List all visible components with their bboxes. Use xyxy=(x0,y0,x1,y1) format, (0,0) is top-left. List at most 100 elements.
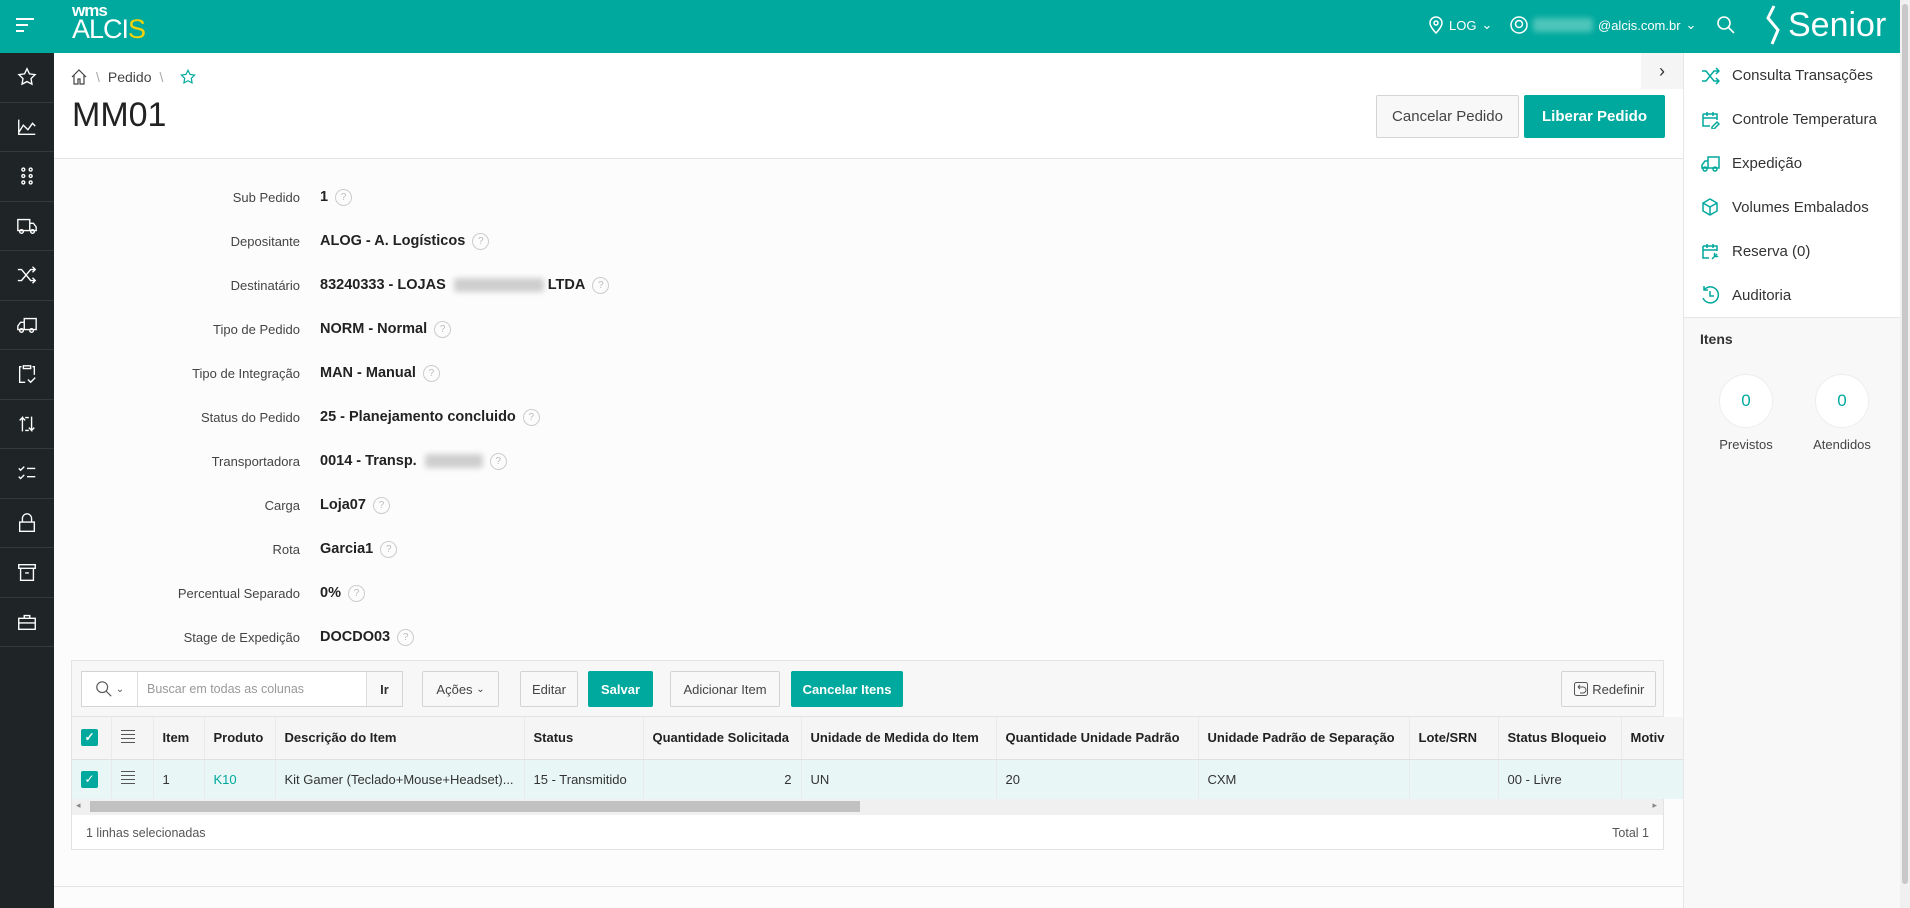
atendidos-count: 0 xyxy=(1815,374,1869,428)
grid-toolbar: ⌄ Ir Ações ⌄ Editar Salvar Adicionar Ite… xyxy=(72,661,1663,717)
field-row: Carga Loja07? xyxy=(60,495,390,515)
column-header[interactable]: Quantidade Unidade Padrão xyxy=(996,717,1199,760)
column-header[interactable]: Lote/SRN xyxy=(1409,717,1499,760)
actions-menu-button[interactable]: Ações ⌄ xyxy=(422,671,499,707)
row-checkbox[interactable]: ✓ xyxy=(72,759,112,799)
field-label: Tipo de Pedido xyxy=(213,321,300,337)
sidebar-item-shipping[interactable] xyxy=(0,301,54,350)
menu-toggle-icon[interactable] xyxy=(16,18,34,36)
panel-link-label: Auditoria xyxy=(1732,286,1792,304)
search-icon[interactable] xyxy=(1716,15,1736,35)
sidebar-item-portfolio[interactable] xyxy=(0,598,54,647)
field-label: Transportadora xyxy=(211,453,300,469)
user-menu[interactable]: @alcis.com.br ⌄ xyxy=(1510,16,1696,34)
search-column-selector[interactable]: ⌄ xyxy=(82,672,138,706)
reset-button[interactable]: Redefinir xyxy=(1561,671,1656,707)
row-menu-icon xyxy=(120,768,135,787)
sidebar-item-dashboard[interactable] xyxy=(0,103,54,152)
sidebar-item-favorites[interactable] xyxy=(0,53,54,103)
field-label: Destinatário xyxy=(230,277,300,293)
field-value-text: DOCDO03 xyxy=(320,629,391,645)
sidebar-item-checklist[interactable] xyxy=(0,449,54,499)
wms-alcis-logo[interactable]: wms ALCIS xyxy=(72,2,146,44)
scroll-left-icon[interactable]: ◂ xyxy=(76,800,81,811)
sidebar-item-tasks[interactable] xyxy=(0,350,54,400)
home-icon[interactable] xyxy=(70,68,88,86)
cell-produto[interactable]: K10 xyxy=(204,759,276,799)
apps-grid-icon xyxy=(21,167,33,185)
column-header[interactable]: Motiv xyxy=(1621,717,1693,760)
field-value: Loja07? xyxy=(320,496,390,514)
column-header[interactable]: Item xyxy=(153,717,205,760)
horizontal-scrollbar[interactable]: ◂ ▸ xyxy=(72,799,1663,815)
help-icon[interactable]: ? xyxy=(422,364,440,382)
sidebar-item-sync[interactable] xyxy=(0,400,54,449)
column-header[interactable]: Produto xyxy=(204,717,276,760)
column-header[interactable]: Status xyxy=(524,717,644,760)
help-icon[interactable]: ? xyxy=(372,496,390,514)
help-icon[interactable]: ? xyxy=(347,584,365,602)
scrollbar-thumb[interactable] xyxy=(90,801,860,812)
help-icon[interactable]: ? xyxy=(434,320,452,338)
scroll-right-icon[interactable]: ▸ xyxy=(1652,800,1657,811)
left-sidebar xyxy=(0,53,54,908)
save-button[interactable]: Salvar xyxy=(588,671,653,707)
table-row[interactable]: ✓ 1 K10 Kit Gamer (Teclado+Mouse+Headset)..… xyxy=(72,759,1693,799)
field-row: Percentual Separado 0%? xyxy=(60,583,365,603)
grid-search: ⌄ Ir xyxy=(81,671,403,707)
panel-link[interactable]: Reserva (0) xyxy=(1700,241,1810,261)
cancel-items-button[interactable]: Cancelar Itens xyxy=(791,671,903,707)
logo-accent: S xyxy=(128,14,146,44)
sidebar-item-transactions[interactable] xyxy=(0,251,54,301)
location-selector[interactable]: LOG ⌄ xyxy=(1428,16,1492,34)
panel-link[interactable]: Volumes Embalados xyxy=(1700,197,1869,217)
help-icon[interactable]: ? xyxy=(472,232,490,250)
add-item-button[interactable]: Adicionar Item xyxy=(670,671,780,707)
row-menu[interactable] xyxy=(111,759,154,799)
panel-link[interactable]: Controle Temperatura xyxy=(1700,109,1877,129)
help-icon[interactable]: ? xyxy=(592,276,610,294)
cell-qtd_padrao: 20 xyxy=(996,759,1199,799)
field-value: Garcia1? xyxy=(320,540,398,558)
collapse-panel-button[interactable]: › xyxy=(1641,53,1683,89)
column-header[interactable]: Unidade de Medida do Item xyxy=(801,717,997,760)
release-order-button[interactable]: Liberar Pedido xyxy=(1524,95,1665,138)
go-button[interactable]: Ir xyxy=(366,672,402,706)
edit-button[interactable]: Editar xyxy=(520,671,578,707)
sidebar-item-receiving[interactable] xyxy=(0,202,54,251)
field-value: MAN - Manual? xyxy=(320,364,440,382)
breadcrumb-item-pedido[interactable]: Pedido xyxy=(108,69,152,85)
panel-link[interactable]: Consulta Transações xyxy=(1700,65,1873,85)
previstos-label: Previstos xyxy=(1719,437,1773,452)
help-icon[interactable]: ? xyxy=(489,452,507,470)
cancel-order-button[interactable]: Cancelar Pedido xyxy=(1376,95,1519,138)
column-header[interactable]: Status Bloqueio xyxy=(1498,717,1622,760)
help-icon[interactable]: ? xyxy=(522,408,540,426)
header-row-menu[interactable] xyxy=(111,717,154,760)
help-icon[interactable]: ? xyxy=(335,188,353,206)
select-all-checkbox[interactable]: ✓ xyxy=(72,717,112,760)
sidebar-item-security[interactable] xyxy=(0,499,54,548)
sidebar-item-archive[interactable] xyxy=(0,548,54,598)
panel-link[interactable]: Expedição xyxy=(1700,153,1802,173)
cell-item: 1 xyxy=(153,759,205,799)
panel-link[interactable]: Auditoria xyxy=(1700,285,1791,305)
panel-link-label: Reserva (0) xyxy=(1732,242,1811,260)
sidebar-item-apps[interactable] xyxy=(0,152,54,202)
scrollbar-thumb[interactable] xyxy=(1902,4,1908,884)
chevron-right-icon: › xyxy=(1659,60,1665,81)
cell-un_sep: CXM xyxy=(1198,759,1410,799)
field-value-text: ALOG - A. Logísticos xyxy=(320,233,466,249)
field-value-text: 0014 - Transp. xyxy=(320,453,417,469)
column-header[interactable]: Unidade Padrão de Separação xyxy=(1198,717,1410,760)
chevron-down-icon: ⌄ xyxy=(115,683,125,695)
atendidos-label: Atendidos xyxy=(1813,437,1871,452)
column-header[interactable]: Descrição do Item xyxy=(275,717,525,760)
vertical-scrollbar[interactable] xyxy=(1900,0,1910,908)
help-icon[interactable]: ? xyxy=(397,628,415,646)
column-header[interactable]: Quantidade Solicitada xyxy=(643,717,802,760)
star-icon xyxy=(17,67,37,86)
help-icon[interactable]: ? xyxy=(380,540,398,558)
favorite-star-icon[interactable] xyxy=(179,68,197,86)
search-input[interactable] xyxy=(138,672,366,706)
